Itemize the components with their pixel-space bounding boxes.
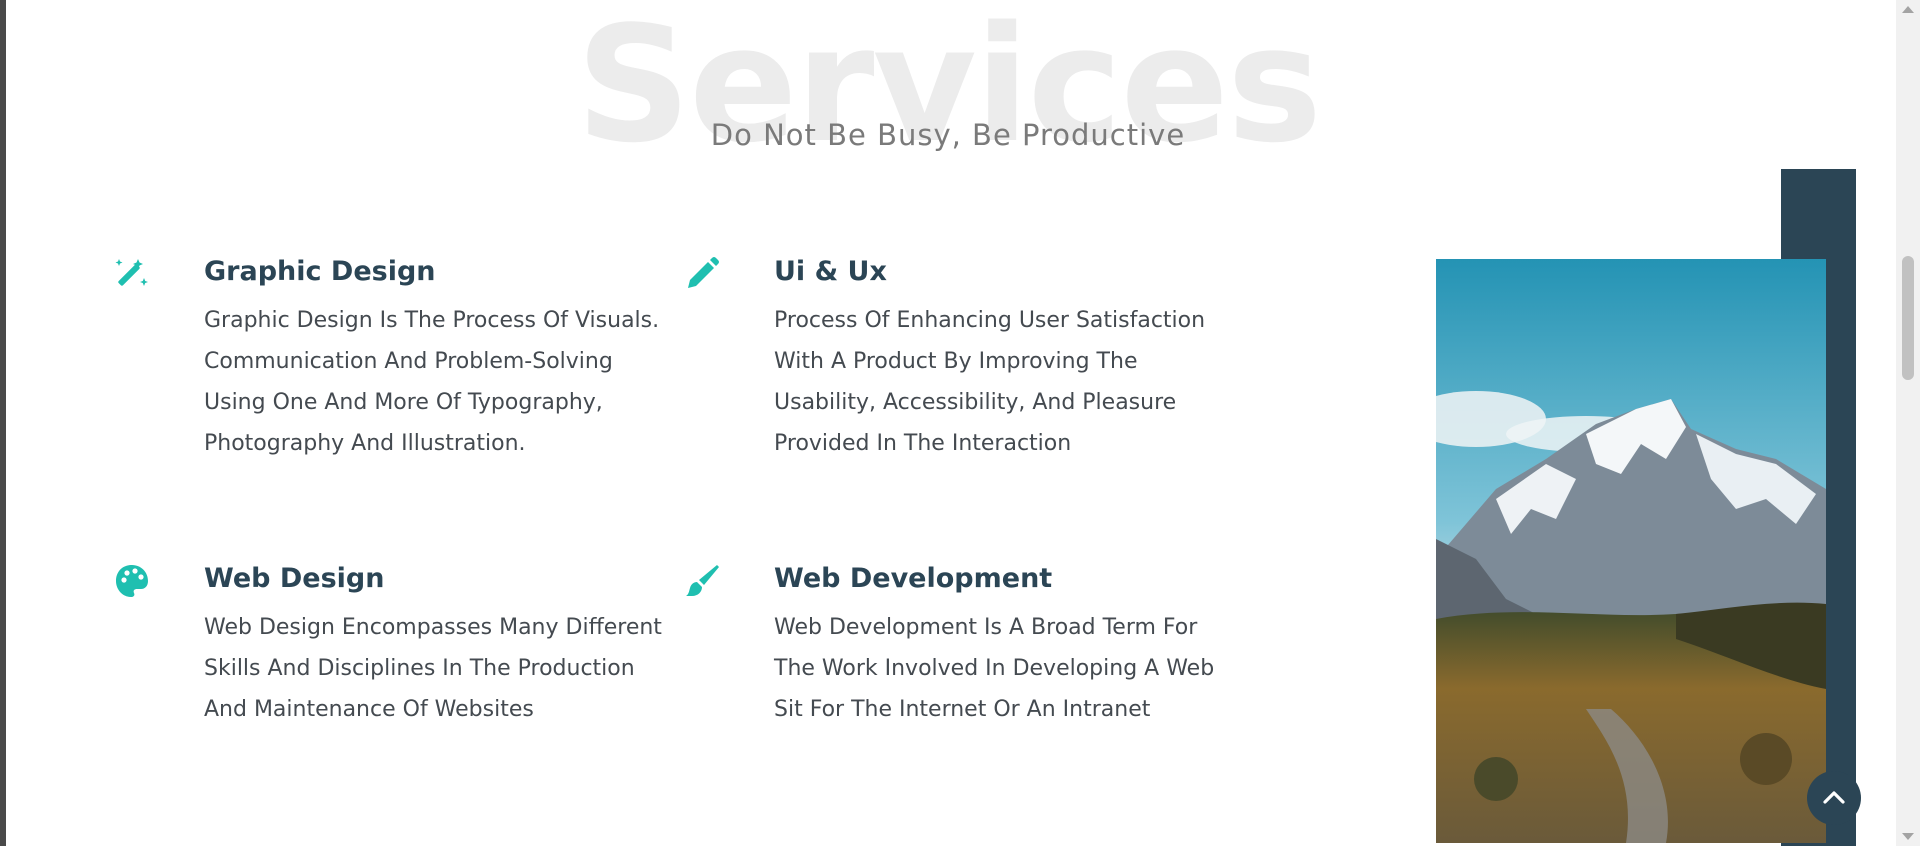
scroll-down-arrow-icon[interactable] (1902, 833, 1914, 840)
service-title: Web Design (204, 563, 385, 594)
service-title: Graphic Design (204, 256, 436, 287)
service-description: Web Design Encompasses Many Different Sk… (204, 615, 662, 722)
mountain-landscape-image (1436, 259, 1826, 843)
service-title: Web Development (774, 563, 1053, 594)
chevron-up-icon (1823, 789, 1845, 808)
page-scrollbar[interactable] (1896, 0, 1920, 846)
scroll-up-arrow-icon[interactable] (1902, 6, 1914, 13)
service-description: Web Development Is A Broad Term For The … (774, 615, 1215, 722)
scroll-to-top-button[interactable] (1807, 771, 1861, 825)
pencil-icon (684, 256, 720, 292)
paintbrush-icon (684, 563, 720, 599)
scrollbar-thumb[interactable] (1902, 256, 1914, 380)
palette-icon (114, 563, 150, 599)
service-description: Process Of Enhancing User Satisfaction W… (774, 308, 1206, 456)
service-description: Graphic Design Is The Process Of Visuals… (204, 308, 660, 456)
section-subtitle: Do Not Be Busy, Be Productive (710, 118, 1186, 152)
service-title: Ui & Ux (774, 256, 887, 287)
magic-wand-icon (114, 256, 150, 292)
